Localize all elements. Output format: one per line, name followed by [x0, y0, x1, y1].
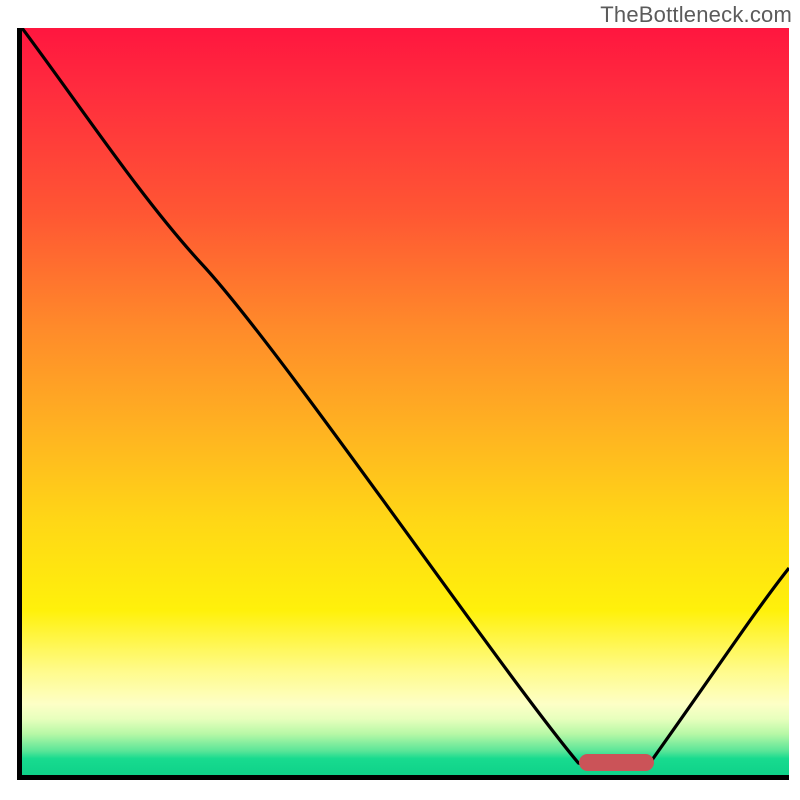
- optimal-range-marker: [579, 754, 654, 771]
- chart-frame: TheBottleneck.com: [0, 0, 800, 800]
- curve-path: [22, 28, 789, 766]
- plot-area: [17, 28, 789, 780]
- watermark-text: TheBottleneck.com: [600, 2, 792, 28]
- bottleneck-curve: [22, 28, 789, 775]
